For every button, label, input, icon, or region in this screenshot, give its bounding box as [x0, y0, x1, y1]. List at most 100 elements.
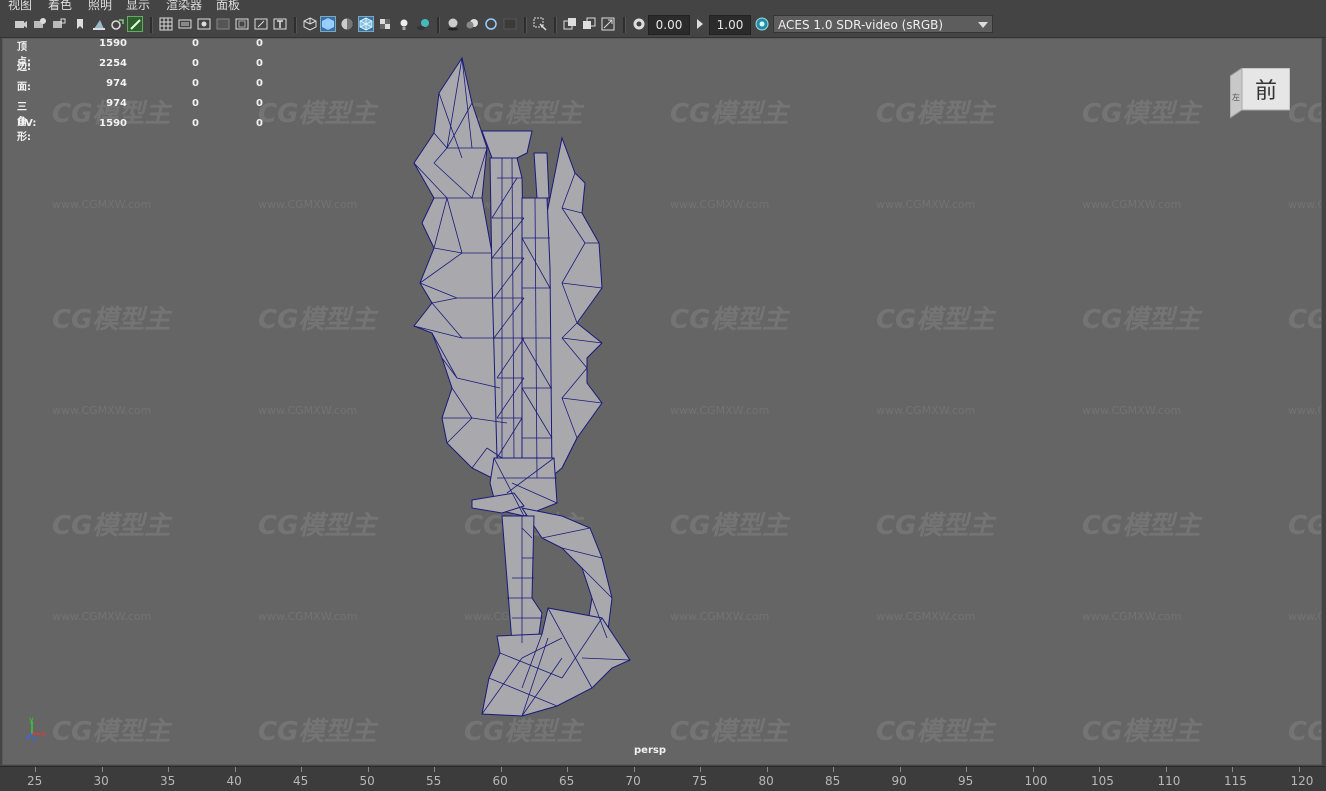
gate-mask-icon[interactable]: [216, 17, 230, 31]
timeline-tick-mark: [500, 767, 502, 772]
timeline-tick-mark: [101, 767, 103, 772]
hud-value-total: 1590: [99, 118, 127, 129]
hud-value-selected: 0: [192, 98, 199, 109]
timeline-tick-label: 75: [692, 774, 708, 788]
timeline-tick-mark: [1298, 767, 1300, 772]
pan-zoom-icon[interactable]: [110, 17, 124, 31]
viewport-3d[interactable]: CG模型主CG模型主CG模型主CG模型主CG模型主CG模型主CG模型主CG模型主…: [2, 38, 1322, 765]
hud-label: 面:: [17, 82, 31, 93]
camera-icon[interactable]: [14, 17, 28, 31]
hud-value-triangles: 0: [256, 38, 263, 49]
toolbar-separator: [623, 17, 626, 33]
timeline-tick-label: 95: [958, 774, 974, 788]
grease-pencil-icon[interactable]: [127, 16, 143, 32]
timeline-tick-label: 30: [93, 774, 109, 788]
hud-value-total: 974: [106, 98, 127, 109]
timeline-tick-label: 105: [1091, 774, 1114, 788]
shadows-icon[interactable]: [416, 17, 430, 31]
color-management-icon[interactable]: [755, 17, 769, 31]
hud-label: 边:: [17, 62, 31, 73]
camera-attributes-icon[interactable]: [33, 17, 47, 31]
timeline-tick-mark: [633, 767, 635, 772]
menu-panels[interactable]: 面板: [216, 0, 240, 12]
safe-title-icon[interactable]: [273, 17, 287, 31]
default-material-icon[interactable]: [340, 17, 354, 31]
menu-renderer[interactable]: 渲染器: [166, 0, 202, 12]
grid-icon[interactable]: [159, 17, 173, 31]
exposure-icon[interactable]: [632, 17, 646, 31]
time-slider[interactable]: 25 30 35 40 45 50 55 60 65 70 75 80 85 90 95 100 105 110 1…: [0, 766, 1326, 791]
hud-value-triangles: 0: [256, 98, 263, 109]
timeline-tick-label: 35: [160, 774, 176, 788]
menu-lighting[interactable]: 照明: [88, 0, 112, 12]
timeline-tick-mark: [367, 767, 369, 772]
safe-action-icon[interactable]: [254, 17, 268, 31]
toolbar-separator: [150, 17, 153, 33]
timeline-tick-mark: [1165, 767, 1167, 772]
timeline-tick-mark: [234, 767, 236, 772]
timeline-tick-label: 60: [492, 774, 508, 788]
gamma-icon[interactable]: [693, 17, 707, 31]
wireframe-on-shaded-icon[interactable]: [358, 16, 374, 32]
timeline-tick-mark: [1099, 767, 1100, 772]
field-chart-icon[interactable]: [235, 17, 249, 31]
menu-view[interactable]: 视图: [8, 0, 32, 12]
anti-aliasing-icon[interactable]: [484, 17, 498, 31]
toolbar-separator: [554, 17, 557, 33]
hud-value-triangles: 0: [256, 118, 263, 129]
hud-value-total: 2254: [99, 58, 127, 69]
timeline-tick-label: 70: [625, 774, 641, 788]
mesh-part: [546, 136, 603, 480]
camera-name-label: persp: [634, 745, 666, 756]
toolbar-separator: [294, 17, 297, 33]
weapon-mesh: [413, 56, 631, 717]
camera-lock-icon[interactable]: [52, 17, 66, 31]
hud-value-selected: 0: [192, 58, 199, 69]
toolbar-separator: [524, 17, 527, 33]
panel-toolbar: 0.00 1.00 ACES 1.0 SDR-video (sRGB): [0, 12, 1326, 38]
timeline-tick-label: 50: [359, 774, 375, 788]
timeline-tick-mark: [766, 767, 768, 772]
backface-icon[interactable]: [601, 17, 615, 31]
ambient-occlusion-icon[interactable]: [446, 17, 460, 31]
menu-shading[interactable]: 着色: [48, 0, 72, 12]
image-plane-icon[interactable]: [92, 17, 106, 31]
wireframe-icon[interactable]: [303, 17, 317, 31]
timeline-tick-label: 85: [825, 774, 841, 788]
motion-blur-icon[interactable]: [465, 17, 479, 31]
smooth-shade-icon[interactable]: [320, 16, 336, 32]
bookmark-icon[interactable]: [73, 17, 87, 31]
timeline-tick-label: 45: [293, 774, 309, 788]
depth-of-field-icon[interactable]: [503, 17, 517, 31]
color-management-dropdown[interactable]: ACES 1.0 SDR-video (sRGB): [773, 15, 993, 33]
film-gate-icon[interactable]: [178, 17, 192, 31]
timeline-tick-mark: [1032, 767, 1034, 772]
timeline-tick-mark: [899, 767, 901, 772]
toolbar-separator: [437, 17, 440, 33]
axis-y-label: y: [29, 716, 34, 724]
hud-value-total: 974: [106, 78, 127, 89]
timeline-tick-mark: [301, 767, 302, 772]
color-management-value: ACES 1.0 SDR-video (sRGB): [778, 18, 944, 32]
exposure-field[interactable]: 0.00: [648, 15, 690, 35]
view-cube-front-label: 前: [1255, 79, 1277, 104]
view-cube-side-label: 左: [1232, 92, 1240, 102]
timeline-tick-label: 80: [758, 774, 774, 788]
hud-value-triangles: 0: [256, 58, 263, 69]
gamma-field[interactable]: 1.00: [709, 15, 751, 35]
timeline-tick-label: 65: [559, 774, 575, 788]
menu-show[interactable]: 显示: [126, 0, 150, 12]
view-cube[interactable]: 前 左: [1230, 68, 1290, 120]
resolution-gate-icon[interactable]: [197, 17, 211, 31]
timeline-tick-mark: [168, 767, 169, 772]
xray-icon[interactable]: [563, 17, 577, 31]
hud-value-selected: 0: [192, 38, 199, 49]
timeline-tick-label: 40: [226, 774, 242, 788]
lights-icon[interactable]: [397, 17, 411, 31]
xray-joints-icon[interactable]: [582, 17, 596, 31]
textured-icon[interactable]: [378, 17, 392, 31]
timeline-tick-mark: [434, 767, 435, 772]
timeline-tick-mark: [35, 767, 36, 772]
isolate-select-icon[interactable]: [533, 17, 547, 31]
timeline-tick-label: 25: [27, 774, 43, 788]
